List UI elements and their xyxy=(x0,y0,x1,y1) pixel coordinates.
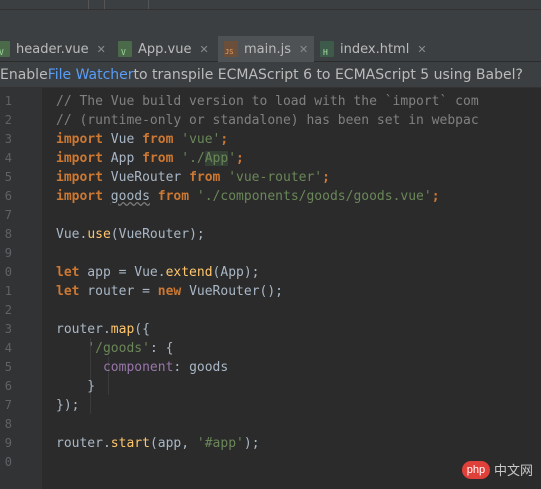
banner-text-suffix: to transpile ECMAScript 6 to ECMAScript … xyxy=(133,66,523,83)
vue-file-icon xyxy=(118,41,132,57)
toolbar-separator xyxy=(104,0,105,9)
toolbar-separator xyxy=(148,0,149,9)
tab-main-js[interactable]: main.js ✕ xyxy=(218,36,314,62)
line-number: 8 xyxy=(4,417,12,431)
line-number: 5 xyxy=(4,170,12,184)
tab-label: main.js xyxy=(244,41,291,57)
vue-file-icon xyxy=(0,41,10,57)
code-line-4: import App from './App'; xyxy=(56,151,244,166)
code-line-8: Vue.use(VueRouter); xyxy=(56,227,205,242)
line-number: 0 xyxy=(4,265,12,279)
code-line-19: router.start(app, '#app'); xyxy=(56,436,260,451)
line-number: 8 xyxy=(4,227,12,241)
close-icon[interactable]: ✕ xyxy=(417,43,426,56)
js-file-icon xyxy=(224,41,238,57)
top-toolbar-strip xyxy=(0,0,541,10)
line-number: 1 xyxy=(4,94,12,108)
code-line-11: let router = new VueRouter(); xyxy=(56,284,283,299)
line-number: 7 xyxy=(4,208,12,222)
line-number-gutter: 1 2 3 4 5 6 7 8 9 0 1 2 3 4 5 6 7 8 9 0 xyxy=(0,88,42,489)
php-cn-watermark: php 中文网 xyxy=(461,460,533,479)
line-number: 9 xyxy=(4,436,12,450)
tab-header-vue[interactable]: header.vue ✕ xyxy=(0,36,110,62)
tab-label: App.vue xyxy=(138,41,192,57)
line-number: 0 xyxy=(4,455,12,469)
line-number: 5 xyxy=(4,360,12,374)
code-line-15: component: goods xyxy=(102,360,229,375)
line-number: 2 xyxy=(4,113,12,127)
code-line-3: import Vue from 'vue'; xyxy=(56,132,229,147)
toolbar-area xyxy=(0,10,541,36)
code-line-10: let app = Vue.extend(App); xyxy=(56,265,260,280)
code-line-17: }); xyxy=(56,398,80,413)
html-file-icon xyxy=(320,41,334,57)
line-number: 7 xyxy=(4,398,12,412)
code-line-1: // The Vue build version to load with th… xyxy=(56,94,479,109)
line-number: 4 xyxy=(4,151,12,165)
line-number: 6 xyxy=(4,379,12,393)
line-number: 4 xyxy=(4,341,12,355)
code-line-16: } xyxy=(56,379,96,394)
file-watcher-notification: Enable File Watcher to transpile ECMAScr… xyxy=(0,62,541,88)
file-watcher-link[interactable]: File Watcher xyxy=(48,67,134,83)
line-number: 9 xyxy=(4,246,12,260)
php-logo-icon: php xyxy=(461,460,490,479)
editor-tab-bar: header.vue ✕ App.vue ✕ main.js ✕ index.h… xyxy=(0,36,541,62)
code-editor[interactable]: // The Vue build version to load with th… xyxy=(42,88,541,489)
line-number: 3 xyxy=(4,322,12,336)
code-line-2: // (runtime-only or standalone) has been… xyxy=(56,113,479,128)
tab-label: header.vue xyxy=(16,41,89,57)
code-line-14: '/goods': { xyxy=(87,341,174,356)
toolbar-separator xyxy=(88,0,89,9)
close-icon[interactable]: ✕ xyxy=(199,43,208,56)
watermark-text: 中文网 xyxy=(493,463,533,478)
close-icon[interactable]: ✕ xyxy=(97,43,106,56)
code-line-5: import VueRouter from 'vue-router'; xyxy=(56,170,330,185)
code-line-6: import goods from './components/goods/go… xyxy=(56,189,440,204)
line-number: 1 xyxy=(4,284,12,298)
close-icon[interactable]: ✕ xyxy=(299,43,308,56)
tab-app-vue[interactable]: App.vue ✕ xyxy=(118,36,214,62)
line-number: 3 xyxy=(4,132,12,146)
banner-text-prefix: Enable xyxy=(0,66,48,83)
line-number: 2 xyxy=(4,303,12,317)
code-line-13: router.map({ xyxy=(56,322,150,337)
line-number: 6 xyxy=(4,189,12,203)
tab-index-html[interactable]: index.html ✕ xyxy=(320,36,430,62)
tab-label: index.html xyxy=(340,41,410,57)
